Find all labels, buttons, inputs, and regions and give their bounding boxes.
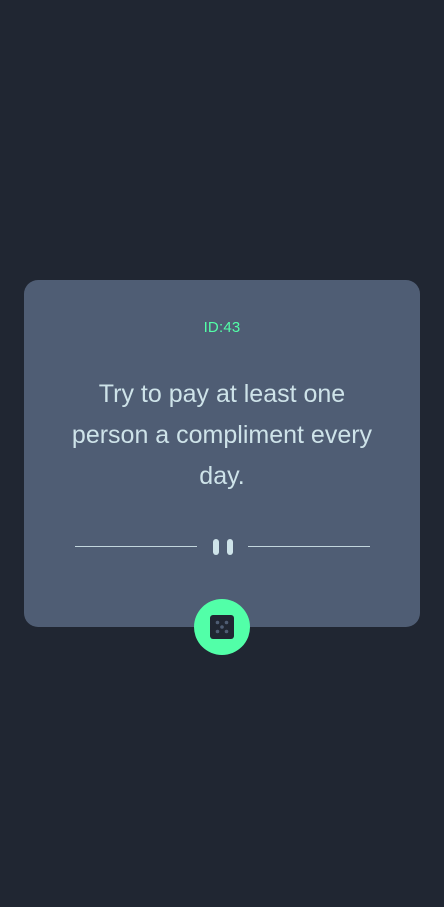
advice-card: ID:43 Try to pay at least one person a c… bbox=[24, 280, 420, 627]
dice-icon bbox=[210, 615, 234, 639]
pause-bar-left bbox=[213, 539, 219, 555]
advice-id: ID:43 bbox=[203, 319, 241, 336]
divider-line-right bbox=[248, 546, 370, 547]
divider-line-left bbox=[75, 546, 197, 547]
dice-button[interactable] bbox=[194, 599, 250, 655]
pause-icon bbox=[213, 539, 233, 555]
pattern-divider bbox=[75, 537, 370, 557]
advice-text: Try to pay at least one person a complim… bbox=[71, 380, 373, 490]
pause-bar-right bbox=[227, 539, 233, 555]
